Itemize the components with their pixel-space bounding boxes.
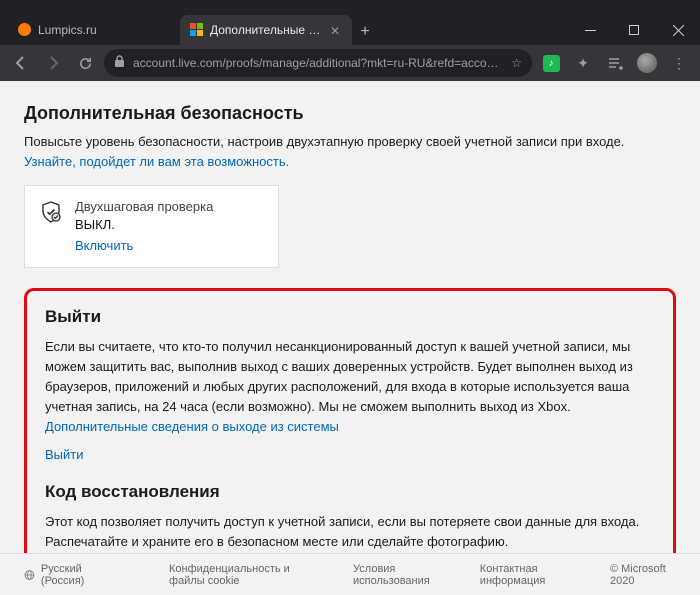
close-tab-icon[interactable]: ✕ xyxy=(330,24,342,36)
shield-check-icon xyxy=(39,200,63,224)
back-button[interactable] xyxy=(8,50,34,76)
two-step-label: Двухшаговая проверка xyxy=(75,198,213,216)
tab-microsoft-security[interactable]: Дополнительные параметры б… ✕ xyxy=(180,15,352,45)
signout-action-link[interactable]: Выйти xyxy=(45,447,655,462)
language-selector[interactable]: Русский (Россия) xyxy=(24,563,109,587)
minimize-button[interactable] xyxy=(568,15,612,45)
maximize-button[interactable] xyxy=(612,15,656,45)
tab-strip: Lumpics.ru Дополнительные параметры б… ✕… xyxy=(0,10,700,45)
lock-icon xyxy=(114,55,125,71)
globe-icon xyxy=(24,568,35,582)
two-step-status: ВЫКЛ. xyxy=(75,216,213,234)
recovery-text: Этот код позволяет получить доступ к уче… xyxy=(45,512,655,552)
recovery-heading: Код восстановления xyxy=(45,482,655,502)
privacy-link[interactable]: Конфиденциальность и файлы cookie xyxy=(169,563,323,587)
learn-more-link[interactable]: Узнайте, подойдет ли вам эта возможность… xyxy=(24,154,289,169)
url-text: account.live.com/proofs/manage/additiona… xyxy=(133,56,503,70)
extension-button[interactable]: ♪ xyxy=(538,50,564,76)
close-window-button[interactable] xyxy=(656,15,700,45)
tab-lumpics[interactable]: Lumpics.ru xyxy=(8,15,180,45)
star-icon[interactable]: ☆ xyxy=(511,56,522,70)
contact-link[interactable]: Контактная информация xyxy=(480,563,580,587)
forward-button[interactable] xyxy=(40,50,66,76)
profile-button[interactable] xyxy=(634,50,660,76)
address-bar-row: account.live.com/proofs/manage/additiona… xyxy=(0,45,700,81)
extensions-icon[interactable]: ✦ xyxy=(570,50,596,76)
signout-heading: Выйти xyxy=(45,307,655,327)
page-subtext: Повысьте уровень безопасности, настроив … xyxy=(24,132,676,171)
terms-link[interactable]: Условия использования xyxy=(353,563,450,587)
highlighted-section: Выйти Если вы считаете, что кто-то получ… xyxy=(24,288,676,595)
tab-title: Lumpics.ru xyxy=(38,23,170,37)
address-bar[interactable]: account.live.com/proofs/manage/additiona… xyxy=(104,49,532,77)
new-tab-button[interactable]: + xyxy=(352,19,378,45)
menu-button[interactable]: ⋮ xyxy=(666,50,692,76)
page-content: Дополнительная безопасность Повысьте уро… xyxy=(0,81,700,595)
copyright-text: © Microsoft 2020 xyxy=(610,563,676,587)
window-titlebar xyxy=(0,0,700,10)
window-controls xyxy=(568,15,700,45)
language-label: Русский (Россия) xyxy=(41,563,109,587)
intro-text: Повысьте уровень безопасности, настроив … xyxy=(24,134,625,149)
reading-list-icon[interactable] xyxy=(602,50,628,76)
page-heading: Дополнительная безопасность xyxy=(24,103,676,124)
signout-text: Если вы считаете, что кто-то получил нес… xyxy=(45,337,655,438)
signout-more-link[interactable]: Дополнительные сведения о выходе из сист… xyxy=(45,419,339,434)
enable-two-step-link[interactable]: Включить xyxy=(75,237,213,255)
reload-button[interactable] xyxy=(72,50,98,76)
lumpics-favicon xyxy=(18,23,32,37)
microsoft-favicon xyxy=(190,23,204,37)
page-footer: Русский (Россия) Конфиденциальность и фа… xyxy=(0,553,700,595)
tab-title: Дополнительные параметры б… xyxy=(210,23,324,37)
avatar xyxy=(637,53,657,73)
two-step-card: Двухшаговая проверка ВЫКЛ. Включить xyxy=(24,185,279,268)
